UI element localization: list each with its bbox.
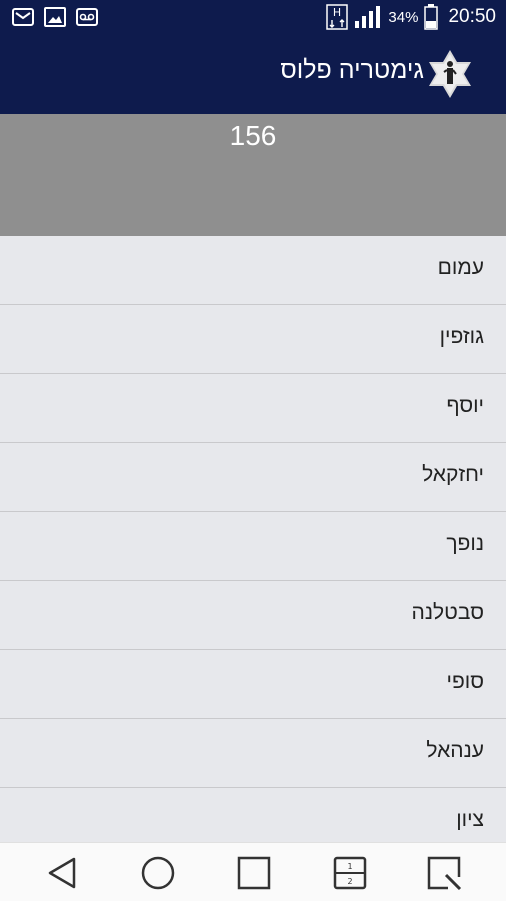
recents-icon[interactable] [236, 855, 272, 891]
image-icon [44, 7, 66, 27]
name-list: עמום גוזפין יוסף יחזקאל נופך סבטלנה סופי… [0, 236, 506, 856]
svg-text:H: H [333, 6, 341, 19]
home-icon[interactable] [140, 855, 176, 891]
notification-icons [12, 6, 98, 28]
list-item[interactable]: עמום [0, 236, 506, 305]
hplus-icon: H [326, 4, 349, 30]
list-item-label: סופי [446, 670, 485, 693]
list-item[interactable]: סבטלנה [0, 581, 506, 650]
list-item-label: עמום [437, 256, 484, 279]
mail-icon [12, 8, 34, 26]
list-item-label: ציון [456, 808, 484, 831]
clock: 20:50 [448, 6, 496, 27]
list-item[interactable]: יחזקאל [0, 443, 506, 512]
capture-icon[interactable] [426, 855, 462, 891]
navigation-bar: 1 2 [0, 842, 506, 901]
signal-icon [355, 6, 381, 28]
star-of-david-logo [429, 50, 471, 98]
list-item[interactable]: ענהאל [0, 719, 506, 788]
list-item[interactable]: גוזפין [0, 305, 506, 374]
list-item-label: יוסף [446, 394, 484, 417]
list-item[interactable]: סופי [0, 650, 506, 719]
voicemail-icon [76, 8, 98, 26]
back-icon[interactable] [44, 855, 80, 891]
list-item[interactable]: נופך [0, 512, 506, 581]
result-panel: 156 [0, 114, 506, 236]
svg-text:1: 1 [347, 862, 352, 871]
svg-text:2: 2 [347, 877, 352, 886]
app-bar: גימטריה פלוס [0, 36, 506, 114]
status-bar: H 34% 20:50 [0, 0, 506, 36]
list-item[interactable]: יוסף [0, 374, 506, 443]
dual-window-icon[interactable]: 1 2 [332, 855, 368, 891]
system-status: H 34% 20:50 [326, 4, 496, 30]
gematria-value: 156 [229, 120, 277, 151]
list-item-label: גוזפין [439, 325, 484, 348]
list-item-label: ענהאל [426, 739, 484, 762]
list-item-label: נופך [446, 532, 484, 555]
list-item-label: סבטלנה [411, 601, 484, 624]
app-title: גימטריה פלוס [280, 56, 424, 84]
battery-icon [424, 4, 439, 30]
battery-percent: 34% [388, 8, 419, 26]
list-item-label: יחזקאל [422, 463, 484, 486]
